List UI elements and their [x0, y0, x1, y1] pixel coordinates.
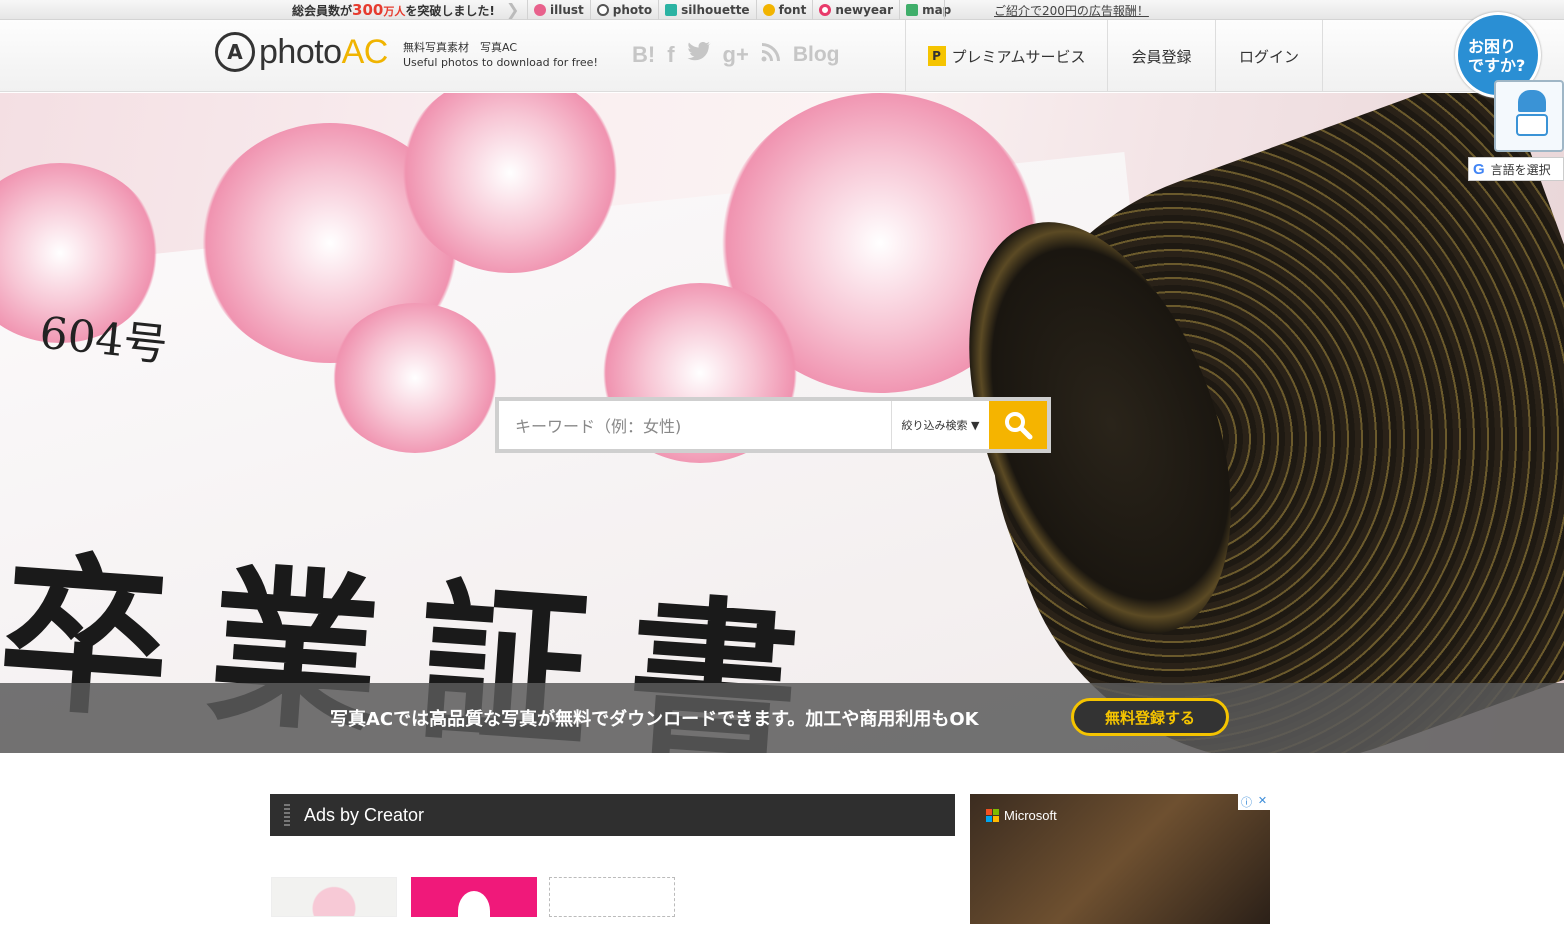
promo-strip: 写真ACでは高品質な写真が無料でダウンロードできます。加工や商用利用もOK 無料… [0, 683, 1564, 753]
google-icon: G [1473, 160, 1485, 178]
blog-link[interactable]: Blog [793, 43, 840, 67]
twitter-icon[interactable] [687, 41, 711, 68]
display-ad[interactable]: Microsoft ⓘ ✕ [970, 794, 1270, 924]
site-header: A photoAC 無料写真素材 写真AC Useful photos to d… [0, 20, 1564, 92]
photo-icon [596, 4, 609, 16]
hero-banner: 604号 卒業証書 キーワード（例：女性) 絞り込み検索 ▼ 写真ACでは高品質… [0, 93, 1564, 753]
social-links: B! f g+ Blog [632, 41, 840, 68]
tagline-ja: 無料写真素材 写真AC [403, 41, 518, 54]
site-link-font[interactable]: font [755, 0, 813, 20]
site-link-newyear[interactable]: newyear [812, 0, 899, 20]
language-selector[interactable]: G 言語を選択 [1468, 157, 1564, 181]
creator-ad-thumbnail[interactable] [271, 877, 397, 917]
tagline-en: Useful photos to download for free! [403, 56, 598, 69]
blossom-image [330, 303, 500, 453]
premium-icon: P [927, 46, 946, 66]
ads-section-heading: Ads by Creator [270, 794, 955, 836]
hatena-icon[interactable]: B! [632, 42, 655, 68]
member-prefix: 総会員数が [292, 4, 353, 18]
rss-icon[interactable] [761, 42, 781, 68]
facebook-icon[interactable]: f [667, 42, 674, 68]
member-number: 300 [352, 1, 384, 19]
search-button[interactable] [989, 401, 1047, 449]
nav-login[interactable]: ログイン [1215, 20, 1323, 92]
site-link-illust[interactable]: illust [527, 0, 590, 20]
ad-choices-icon[interactable]: ⓘ ✕ [1238, 794, 1270, 810]
logo-icon: A [215, 32, 255, 72]
illust-icon [534, 4, 546, 16]
nav-premium-service[interactable]: P プレミアムサービス [905, 20, 1107, 92]
site-switcher: illust photo silhouette font newyear map [527, 0, 957, 20]
photoac-logo[interactable]: A photoAC [215, 32, 388, 72]
referral-ad-link[interactable]: ご紹介で200円の広告報酬！ [994, 2, 1149, 19]
free-register-button[interactable]: 無料登録する [1071, 698, 1229, 736]
google-plus-icon[interactable]: g+ [723, 42, 749, 68]
divider [944, 0, 945, 20]
microsoft-icon [986, 808, 1000, 823]
silhouette-icon [665, 4, 678, 16]
member-suffix: を突破しました! [405, 4, 495, 18]
newyear-icon [819, 4, 832, 16]
search-bar: キーワード（例：女性) 絞り込み検索 ▼ [495, 397, 1051, 453]
site-link-silhouette[interactable]: silhouette [658, 0, 755, 20]
search-icon [1005, 412, 1033, 440]
site-link-map[interactable]: map [899, 0, 957, 20]
nav-register[interactable]: 会員登録 [1107, 20, 1215, 92]
creator-ad-thumbnail[interactable] [411, 877, 537, 931]
logo-text: photoAC [259, 32, 388, 71]
filter-search-dropdown[interactable]: 絞り込み検索 ▼ [891, 401, 989, 449]
microsoft-logo: Microsoft [986, 808, 1057, 823]
site-link-photo[interactable]: photo [589, 0, 658, 20]
heading-grip-icon [284, 804, 290, 826]
member-count-banner: 総会員数が300万人を突破しました! [292, 1, 495, 19]
promo-text: 写真ACでは高品質な写真が無料でダウンロードできます。加工や商用利用もOK [330, 709, 979, 730]
font-icon [762, 4, 775, 16]
network-bar: 総会員数が300万人を突破しました! ❯ illust photo silhou… [0, 0, 1564, 20]
member-unit: 万人 [383, 5, 406, 18]
creator-ad-thumbnail[interactable] [549, 877, 675, 917]
main-nav: P プレミアムサービス 会員登録 ログイン [905, 20, 1323, 92]
search-input[interactable]: キーワード（例：女性) [499, 401, 891, 449]
map-icon [906, 4, 919, 16]
robot-icon[interactable] [1494, 80, 1564, 152]
petal-icon [458, 891, 490, 931]
chevron-right-icon: ❯ [506, 0, 520, 19]
tagline: 無料写真素材 写真AC Useful photos to download fo… [403, 40, 598, 70]
hero-calligraphy-number: 604号 [37, 307, 170, 372]
